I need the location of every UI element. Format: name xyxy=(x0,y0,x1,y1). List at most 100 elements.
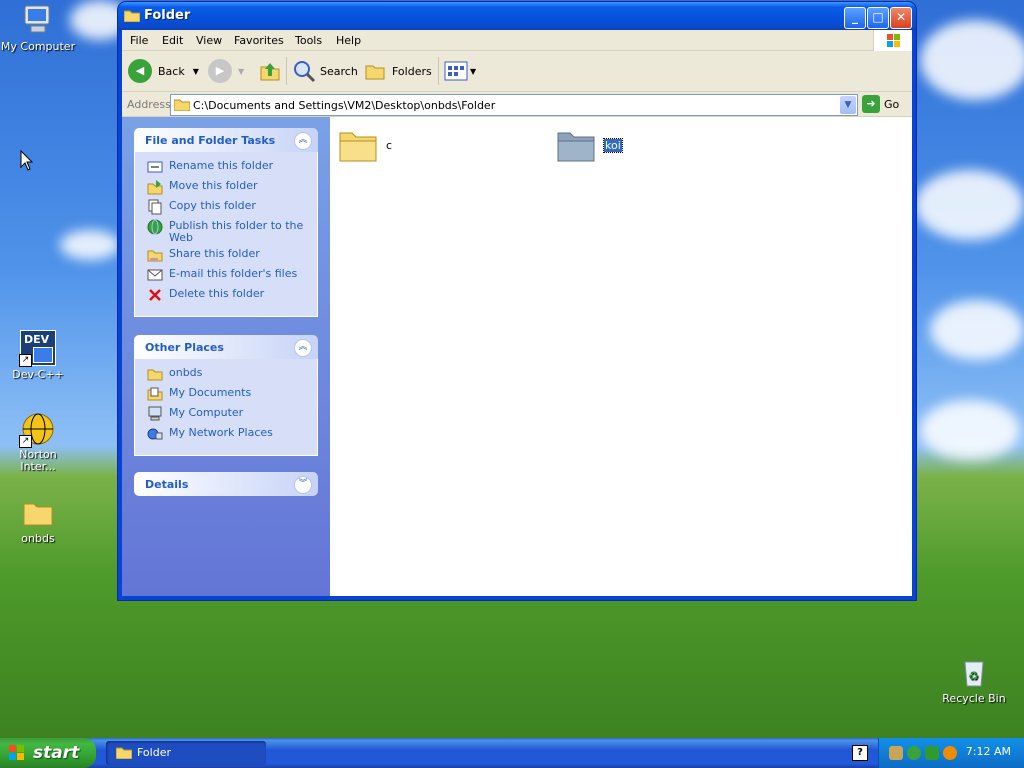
menu-edit[interactable]: Edit xyxy=(162,34,183,47)
menu-favorites[interactable]: Favorites xyxy=(234,34,284,47)
cloud xyxy=(920,400,1020,460)
menu-view[interactable]: View xyxy=(196,34,222,47)
views-icon xyxy=(444,61,468,81)
collapse-icon[interactable]: ︽ xyxy=(294,339,312,357)
desktop-icon-recycle-bin[interactable]: ♻ Recycle Bin xyxy=(936,656,1012,705)
task-label: Rename this folder xyxy=(169,159,274,172)
desktop-icon-label: My Computer xyxy=(0,40,76,53)
clock: 7:12 AM xyxy=(965,745,1011,758)
system-tray: 7:12 AM xyxy=(878,738,1024,768)
task-move-folder[interactable]: Move this folder xyxy=(135,178,317,198)
panel-title: Other Places xyxy=(145,341,224,354)
task-email-files[interactable]: E-mail this folder's files xyxy=(135,266,317,286)
tray-network-icon[interactable] xyxy=(907,746,921,760)
place-my-network-places[interactable]: My Network Places xyxy=(135,425,317,445)
computer-icon xyxy=(148,406,162,421)
network-icon xyxy=(147,428,163,440)
task-label: Move this folder xyxy=(169,179,258,192)
back-arrow-icon: ◀ xyxy=(128,59,152,83)
desktop-icon-my-computer[interactable]: My Computer xyxy=(0,4,76,53)
chevron-down-icon: ▼ xyxy=(192,66,199,76)
desktop-icon-label: Dev-C++ xyxy=(12,368,64,381)
dev-cpp-icon: DEV ↗ xyxy=(19,330,56,367)
taskbar-button-folder[interactable]: Folder xyxy=(106,741,266,765)
folders-icon xyxy=(365,65,385,80)
computer-icon xyxy=(21,4,55,38)
tray-shield-icon[interactable] xyxy=(925,746,939,760)
share-icon xyxy=(147,250,163,262)
window-client: File Edit View Favorites Tools Help ◀ Ba… xyxy=(122,30,912,596)
place-onbds[interactable]: onbds xyxy=(135,365,317,385)
task-label: E-mail this folder's files xyxy=(169,267,298,280)
close-button[interactable]: ✕ xyxy=(890,7,912,29)
place-my-documents[interactable]: My Documents xyxy=(135,385,317,405)
desktop-icon-label: Recycle Bin xyxy=(942,692,1006,705)
address-bar: Address C:\Documents and Settings\VM2\De… xyxy=(122,92,912,117)
menu-help[interactable]: Help xyxy=(336,34,361,47)
task-share-folder[interactable]: Share this folder xyxy=(135,246,317,266)
start-label: start xyxy=(33,743,80,763)
tray-search-icon[interactable] xyxy=(943,746,957,760)
place-label: My Documents xyxy=(169,386,252,399)
go-label: Go xyxy=(884,97,900,111)
desktop-icon-dev-cpp[interactable]: DEV ↗ Dev-C++ xyxy=(0,330,76,381)
menu-bar: File Edit View Favorites Tools Help xyxy=(122,30,912,52)
cloud xyxy=(60,230,120,260)
panel-header[interactable]: File and Folder Tasks ︽ xyxy=(134,128,318,152)
file-name: koi xyxy=(603,137,623,153)
task-copy-folder[interactable]: Copy this folder xyxy=(135,198,317,218)
forward-button[interactable]: ▶ ▼ xyxy=(208,59,244,83)
collapse-icon[interactable]: ︽ xyxy=(294,132,312,150)
minimize-button[interactable]: _ xyxy=(844,7,866,29)
file-item[interactable]: c xyxy=(338,127,392,163)
folder-icon xyxy=(116,747,132,759)
windows-logo-icon xyxy=(9,745,24,760)
maximize-button[interactable]: □ xyxy=(867,7,889,29)
help-icon[interactable]: ? xyxy=(852,745,868,761)
task-label: Delete this folder xyxy=(169,287,265,300)
tray-tools-icon[interactable] xyxy=(889,746,903,760)
task-publish-folder[interactable]: Publish this folder to the Web xyxy=(135,218,317,246)
start-button[interactable]: start xyxy=(0,738,96,768)
folders-button[interactable]: Folders xyxy=(364,59,432,83)
place-label: My Network Places xyxy=(169,426,273,439)
desktop-icon-label: onbds xyxy=(21,532,55,545)
place-label: onbds xyxy=(169,366,203,379)
place-my-computer[interactable]: My Computer xyxy=(135,405,317,425)
taskbar-button-label: Folder xyxy=(137,746,171,759)
file-name: c xyxy=(386,138,393,152)
chevron-down-icon: ▼ xyxy=(470,66,477,76)
back-button[interactable]: ◀ Back ▼ xyxy=(128,59,199,83)
shortcut-arrow-icon: ↗ xyxy=(19,354,32,367)
globe-icon: ↗ xyxy=(19,412,55,448)
other-places-panel: Other Places ︽ onbds My Documents My Com… xyxy=(134,335,318,456)
go-button[interactable]: ➜ Go xyxy=(862,95,899,113)
publish-icon xyxy=(147,219,163,235)
up-folder-button[interactable] xyxy=(258,59,282,83)
menu-tools[interactable]: Tools xyxy=(295,34,322,47)
panel-header[interactable]: Other Places ︽ xyxy=(134,335,318,359)
title-bar[interactable]: Folder _ □ ✕ xyxy=(118,2,916,30)
desktop-icon-onbds[interactable]: onbds xyxy=(0,496,76,545)
documents-icon xyxy=(147,387,163,401)
views-button[interactable]: ▼ xyxy=(444,59,476,83)
address-dropdown-button[interactable]: ▼ xyxy=(840,96,856,114)
task-delete-folder[interactable]: Delete this folder xyxy=(135,286,317,306)
windows-flag-icon xyxy=(873,30,912,52)
menu-file[interactable]: File xyxy=(130,34,148,47)
recycle-bin-icon: ♻ xyxy=(957,656,991,690)
panel-title: Details xyxy=(145,478,189,491)
search-button[interactable]: Search xyxy=(292,59,358,83)
panel-header[interactable]: Details ︾ xyxy=(134,472,318,496)
forward-arrow-icon: ▶ xyxy=(208,59,232,83)
task-rename-folder[interactable]: Rename this folder xyxy=(135,158,317,178)
cloud xyxy=(915,170,1024,240)
address-input[interactable]: C:\Documents and Settings\VM2\Desktop\on… xyxy=(170,94,858,116)
folder-icon xyxy=(147,369,163,381)
file-item-selected[interactable]: koi xyxy=(556,127,623,163)
expand-icon[interactable]: ︾ xyxy=(294,476,312,494)
standard-toolbar: ◀ Back ▼ ▶ ▼ Search Folders ▼ xyxy=(122,51,912,92)
desktop-icon-norton[interactable]: ↗ Norton Inter... xyxy=(0,412,76,473)
task-pane: File and Folder Tasks ︽ Rename this fold… xyxy=(122,117,330,596)
cloud xyxy=(930,300,1024,360)
